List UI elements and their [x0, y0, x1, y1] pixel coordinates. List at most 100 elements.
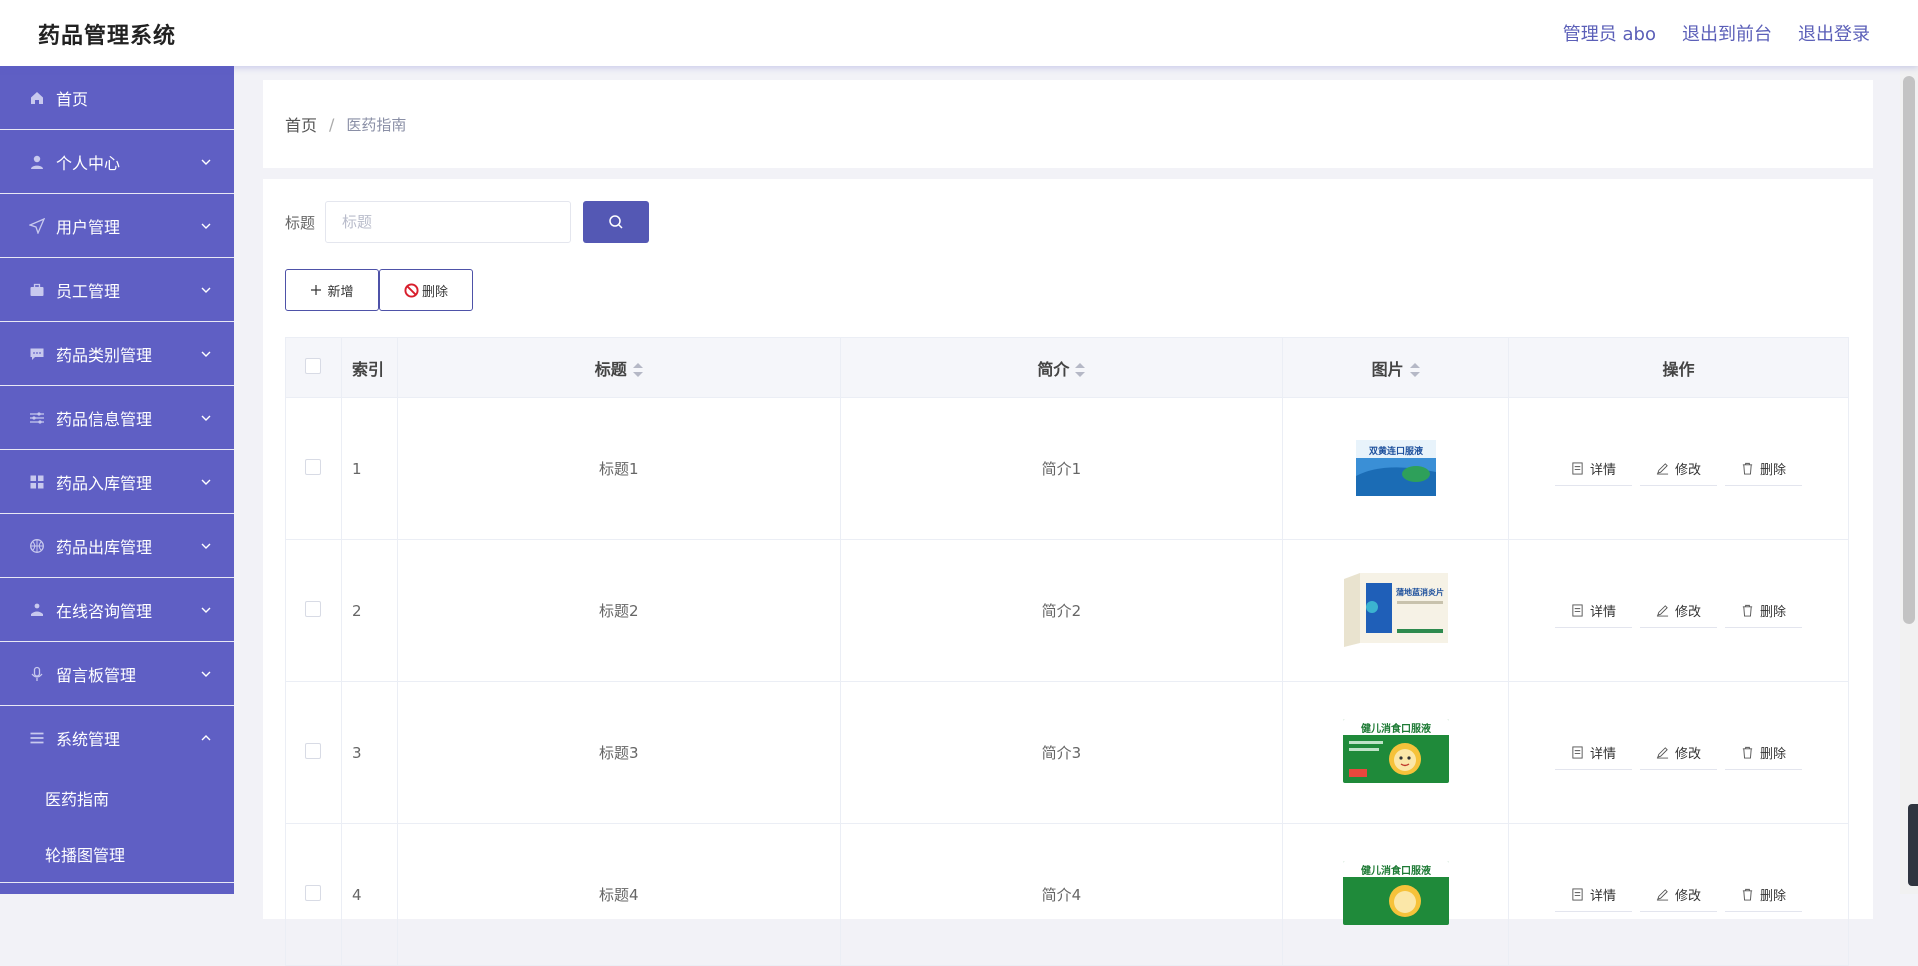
delete-button[interactable]: 删除	[1725, 451, 1803, 486]
search-button[interactable]	[583, 201, 650, 243]
edit-label: 修改	[1675, 746, 1702, 762]
sidebar-item-label: 个人中心	[56, 153, 121, 173]
sort-icon[interactable]	[1075, 363, 1086, 377]
drug-image[interactable]: 健儿消食口服液	[1342, 860, 1449, 925]
sidebar-subitem-medicine-guide[interactable]: 医药指南	[0, 770, 234, 826]
detail-label: 详情	[1590, 746, 1617, 762]
detail-button[interactable]: 详情	[1555, 593, 1633, 628]
chevron-down-icon	[201, 543, 211, 549]
header-select-all[interactable]	[285, 337, 342, 398]
pencil-icon	[1656, 462, 1669, 475]
breadcrumb-home[interactable]: 首页	[285, 112, 317, 136]
breadcrumb-separator: /	[329, 114, 335, 134]
basketball-icon	[28, 537, 46, 555]
sliders-icon	[28, 409, 46, 427]
delete-button[interactable]: 删除	[1725, 877, 1803, 912]
sidebar-item-drug-info[interactable]: 药品信息管理	[0, 386, 234, 450]
header-image[interactable]: 图片	[1282, 337, 1510, 398]
table-row: 1 标题1 简介1 双黄连口服液 详情 修改 删除	[285, 397, 1849, 540]
sidebar-item-system-management[interactable]: 系统管理	[0, 706, 234, 770]
row-checkbox-cell[interactable]	[285, 823, 342, 966]
search-input[interactable]	[325, 201, 572, 243]
drug-image-label: 健儿消食口服液	[1361, 722, 1431, 735]
delete-label: 删除	[1760, 604, 1787, 620]
row-index: 3	[340, 681, 398, 824]
detail-button[interactable]: 详情	[1555, 877, 1633, 912]
side-widget-handle[interactable]	[1908, 804, 1918, 886]
header-image-label: 图片	[1371, 359, 1404, 379]
scrollbar-thumb[interactable]	[1903, 76, 1915, 624]
edit-button[interactable]: 修改	[1640, 735, 1718, 770]
edit-label: 修改	[1675, 888, 1702, 904]
sort-icon[interactable]	[1409, 363, 1420, 377]
admin-account-link[interactable]: 管理员 abo	[1563, 20, 1656, 46]
edit-button[interactable]: 修改	[1640, 593, 1718, 628]
detail-button[interactable]: 详情	[1555, 451, 1633, 486]
logout-link[interactable]: 退出登录	[1798, 20, 1870, 46]
header-title[interactable]: 标题	[396, 337, 841, 398]
row-index: 2	[340, 539, 398, 682]
sidebar-item-drug-category[interactable]: 药品类别管理	[0, 322, 234, 386]
sidebar-item-home[interactable]: 首页	[0, 66, 234, 130]
document-icon	[1572, 745, 1583, 759]
trash-icon	[1742, 888, 1753, 901]
add-button[interactable]: 新增	[285, 269, 379, 311]
pencil-icon	[1656, 604, 1669, 617]
sidebar-item-user-management[interactable]: 用户管理	[0, 194, 234, 258]
search-icon	[609, 215, 623, 229]
row-title: 标题4	[396, 823, 841, 966]
sidebar-item-label: 首页	[56, 89, 89, 109]
sidebar-item-label: 药品出库管理	[56, 537, 153, 557]
sort-icon[interactable]	[632, 363, 643, 377]
plus-icon	[311, 285, 322, 295]
row-index: 4	[340, 823, 398, 966]
sidebar-item-drug-outbound[interactable]: 药品出库管理	[0, 514, 234, 578]
sidebar-item-label: 在线咨询管理	[56, 601, 153, 621]
drug-image[interactable]: 健儿消食口服液	[1342, 718, 1449, 783]
sidebar-item-label: 员工管理	[56, 281, 121, 301]
header-index: 索引	[340, 337, 398, 398]
batch-delete-button[interactable]: 删除	[379, 269, 473, 311]
chevron-down-icon	[201, 479, 211, 485]
exit-to-front-link[interactable]: 退出到前台	[1682, 20, 1772, 46]
delete-label: 删除	[1760, 746, 1787, 762]
chevron-down-icon	[201, 415, 211, 421]
sidebar: 首页 个人中心 用户管理 员工管理 药品类别管理 药品信息管理 药品入库管理 药…	[0, 66, 234, 894]
sidebar-item-staff-management[interactable]: 员工管理	[0, 258, 234, 322]
sidebar-item-drug-inbound[interactable]: 药品入库管理	[0, 450, 234, 514]
document-icon	[1572, 461, 1583, 475]
table-row: 2 标题2 简介2 蒲地蓝消炎片 详情 修改 删除	[285, 539, 1849, 682]
grid-icon	[28, 473, 46, 491]
drug-image-label: 双黄连口服液	[1369, 445, 1424, 457]
system-submenu: 医药指南 轮播图管理	[0, 770, 234, 883]
row-title: 标题3	[396, 681, 841, 824]
row-checkbox-cell[interactable]	[285, 681, 342, 824]
header-title-label: 标题	[594, 359, 627, 379]
row-checkbox[interactable]	[305, 600, 322, 617]
edit-button[interactable]: 修改	[1640, 877, 1718, 912]
trash-icon	[1742, 604, 1753, 617]
drug-image[interactable]: 双黄连口服液	[1353, 435, 1438, 498]
row-checkbox[interactable]	[305, 458, 322, 475]
edit-button[interactable]: 修改	[1640, 451, 1718, 486]
chevron-down-icon	[201, 223, 211, 229]
row-checkbox[interactable]	[305, 884, 322, 901]
detail-button[interactable]: 详情	[1555, 735, 1633, 770]
chevron-down-icon	[201, 671, 211, 677]
sidebar-item-online-consult[interactable]: 在线咨询管理	[0, 578, 234, 642]
page-scrollbar[interactable]	[1900, 66, 1918, 894]
row-checkbox-cell[interactable]	[285, 397, 342, 540]
drug-image[interactable]: 蒲地蓝消炎片	[1341, 570, 1450, 647]
prohibited-icon	[404, 282, 419, 298]
header-intro[interactable]: 简介	[839, 337, 1284, 398]
delete-button[interactable]: 删除	[1725, 735, 1803, 770]
select-all-checkbox[interactable]	[305, 357, 322, 374]
list-card: 标题 新增 删除 索引 标题 简介 图	[263, 179, 1873, 966]
add-button-label: 新增	[327, 284, 354, 300]
row-checkbox-cell[interactable]	[285, 539, 342, 682]
sidebar-subitem-carousel[interactable]: 轮播图管理	[0, 826, 234, 882]
row-checkbox[interactable]	[305, 742, 322, 759]
delete-button[interactable]: 删除	[1725, 593, 1803, 628]
sidebar-item-personal-center[interactable]: 个人中心	[0, 130, 234, 194]
sidebar-item-message-board[interactable]: 留言板管理	[0, 642, 234, 706]
